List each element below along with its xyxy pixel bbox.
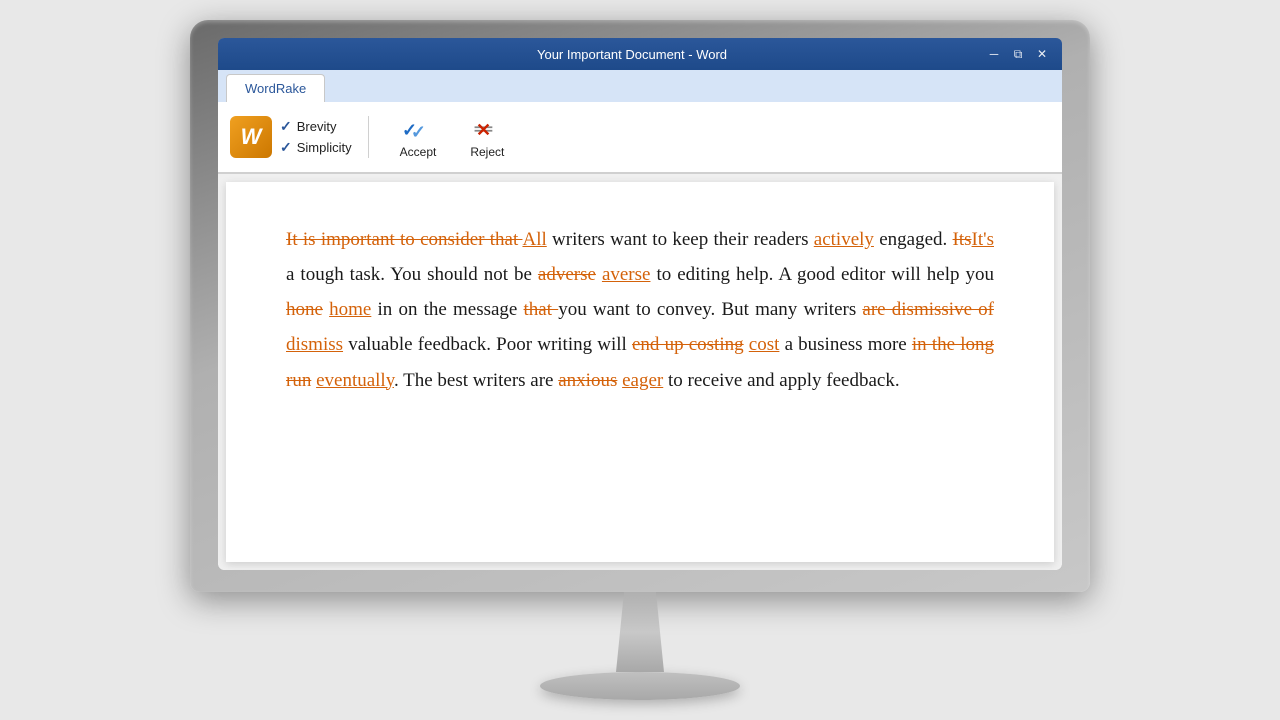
tracked-del-costing: end up costing xyxy=(632,334,744,355)
simplicity-check-icon: ✓ xyxy=(280,139,292,156)
document-content-area: It is important to consider that All wri… xyxy=(218,174,1062,570)
brevity-check-icon: ✓ xyxy=(280,118,292,135)
accept-icon: ✓ ✓ xyxy=(402,115,434,143)
ribbon-content: W ✓ Brevity ✓ Simplicity xyxy=(218,102,1062,173)
tracked-del: It is important to consider that xyxy=(286,229,522,250)
wordrake-icon: W xyxy=(230,116,272,158)
svg-text:✓: ✓ xyxy=(411,122,426,142)
reject-icon: ✕ xyxy=(471,115,503,143)
tracked-ins-cost: cost xyxy=(749,334,780,355)
reject-label: Reject xyxy=(470,145,504,159)
close-button[interactable]: ✕ xyxy=(1034,46,1050,62)
simplicity-label: Simplicity xyxy=(297,140,352,155)
tracked-ins-averse: averse xyxy=(602,264,651,285)
window-title: Your Important Document - Word xyxy=(278,47,986,62)
brevity-checkbox[interactable]: ✓ Brevity xyxy=(280,118,352,135)
document-page: It is important to consider that All wri… xyxy=(226,182,1054,562)
monitor-bezel: Your Important Document - Word ─ ⧉ ✕ Wor… xyxy=(190,20,1090,592)
ribbon-actions: ✓ ✓ Accept xyxy=(385,108,520,166)
monitor-stand-base xyxy=(540,672,740,700)
tracked-del-hone: hone xyxy=(286,299,323,320)
monitor-screen: Your Important Document - Word ─ ⧉ ✕ Wor… xyxy=(218,38,1062,570)
tracked-ins-eager: eager xyxy=(622,370,663,391)
wordrake-checkboxes: ✓ Brevity ✓ Simplicity xyxy=(280,118,352,156)
brevity-label: Brevity xyxy=(297,119,337,134)
monitor-stand-neck xyxy=(600,592,680,672)
ribbon: WordRake W ✓ Brevity xyxy=(218,70,1062,174)
tracked-del-its: Its xyxy=(953,229,972,250)
title-bar: Your Important Document - Word ─ ⧉ ✕ xyxy=(218,38,1062,70)
monitor: Your Important Document - Word ─ ⧉ ✕ Wor… xyxy=(190,20,1090,700)
minimize-button[interactable]: ─ xyxy=(986,46,1002,62)
restore-button[interactable]: ⧉ xyxy=(1010,46,1026,62)
simplicity-checkbox[interactable]: ✓ Simplicity xyxy=(280,139,352,156)
tracked-ins-home: home xyxy=(329,299,371,320)
accept-button[interactable]: ✓ ✓ Accept xyxy=(385,108,452,166)
tracked-del-that: that xyxy=(524,299,559,320)
wordrake-logo-section: W ✓ Brevity ✓ Simplicity xyxy=(230,116,369,158)
tracked-ins: All xyxy=(522,229,546,250)
accept-label: Accept xyxy=(400,145,437,159)
tracked-ins-eventually: eventually xyxy=(316,370,394,391)
tracked-ins-its: It's xyxy=(972,229,994,250)
word-window: Your Important Document - Word ─ ⧉ ✕ Wor… xyxy=(218,38,1062,570)
ribbon-tab-bar: WordRake xyxy=(218,70,1062,102)
tracked-del-dismissive: are dismissive of xyxy=(862,299,994,320)
tracked-ins-actively: actively xyxy=(814,229,874,250)
tab-wordrake[interactable]: WordRake xyxy=(226,74,325,102)
tracked-ins-dismiss: dismiss xyxy=(286,334,343,355)
tracked-del-adverse: adverse xyxy=(538,264,596,285)
tracked-del-anxious: anxious xyxy=(558,370,617,391)
svg-text:✕: ✕ xyxy=(476,120,491,140)
window-controls: ─ ⧉ ✕ xyxy=(986,46,1050,62)
document-text: It is important to consider that All wri… xyxy=(286,222,994,398)
reject-button[interactable]: ✕ Reject xyxy=(455,108,519,166)
